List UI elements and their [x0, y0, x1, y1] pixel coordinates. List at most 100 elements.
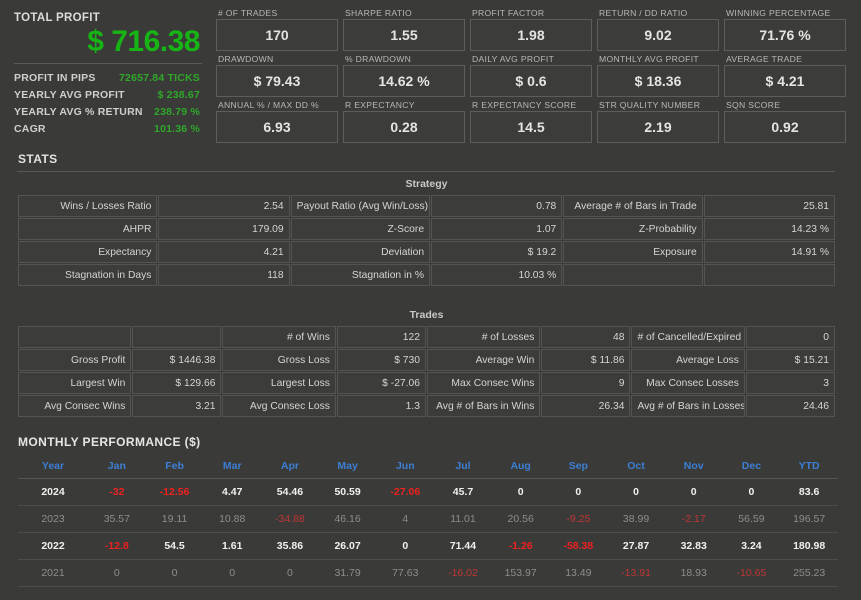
monthly-value-cell: 0 — [549, 478, 608, 506]
table-row: Avg Consec Wins 3.21 Avg Consec Loss 1.3 Avg… — [18, 395, 835, 417]
monthly-value-cell: 77.63 — [376, 559, 435, 587]
monthly-value-cell: -10.65 — [722, 559, 781, 587]
stat-label-cell: Avg Consec Wins — [18, 395, 132, 417]
monthly-value-cell: 46.16 — [318, 505, 377, 533]
monthly-value-cell: 35.57 — [88, 505, 146, 533]
stat-label-cell: Z-Probability — [563, 218, 703, 240]
monthly-value-cell: 18.93 — [664, 559, 723, 587]
kpi-card-label: # OF TRADES — [218, 8, 278, 18]
stat-value-cell: 1.07 — [431, 218, 563, 240]
kpi-card-label: DAILY AVG PROFIT — [472, 54, 555, 64]
monthly-value-cell: 71.44 — [434, 532, 492, 560]
stat-label-cell: Largest Win — [18, 372, 132, 394]
stat-label-cell: Average # of Bars in Trade — [563, 195, 703, 217]
stat-value-cell: $ -27.06 — [336, 372, 426, 394]
stat-value-cell: $ 11.86 — [541, 349, 631, 371]
monthly-value-cell: 0 — [722, 478, 781, 506]
kpi-card: % DRAWDOWN 14.62 % — [343, 53, 465, 97]
summary-row-label: CAGR — [14, 122, 46, 135]
stat-label-cell — [563, 264, 703, 286]
trades-table-title: Trades — [409, 309, 444, 321]
summary-row: YEARLY AVG % RETURN 238.79 % — [14, 103, 204, 120]
monthly-value-cell: 153.97 — [491, 559, 550, 587]
kpi-card-value: $ 4.21 — [724, 65, 846, 97]
stat-label-cell: # of Wins — [222, 326, 336, 348]
kpi-card: RETURN / DD RATIO 9.02 — [597, 7, 719, 51]
stat-label-cell: Avg # of Bars in Wins — [426, 395, 541, 417]
stat-value-cell: 25.81 — [703, 195, 835, 217]
stat-value-cell — [703, 264, 835, 286]
stat-value-cell: 0 — [745, 326, 835, 348]
monthly-value-cell: 56.59 — [722, 505, 781, 533]
kpi-card-value: 9.02 — [597, 19, 719, 51]
monthly-value-cell: -34.88 — [261, 505, 319, 533]
kpi-card: SQN SCORE 0.92 — [724, 99, 846, 143]
monthly-value-cell: 50.59 — [318, 478, 377, 506]
stat-label-cell: Max Consec Wins — [426, 372, 541, 394]
monthly-column-header: Aug — [491, 455, 550, 479]
monthly-value-cell: 27.87 — [607, 532, 665, 560]
monthly-value-cell: 54.5 — [145, 532, 204, 560]
table-row: AHPR 179.09 Z-Score 1.07 Z-Probability 14.23 … — [18, 218, 835, 240]
kpi-card-label: R EXPECTANCY SCORE — [472, 100, 577, 110]
summary-row-value: 101.36 % — [154, 122, 200, 135]
stat-value-cell: 14.91 % — [703, 241, 835, 263]
stat-value-cell: 0.78 — [431, 195, 563, 217]
stat-label-cell: Avg Consec Loss — [222, 395, 336, 417]
kpi-card-grid: # OF TRADES 170 SHARPE RATIO 1.55 PROFIT FAC… — [212, 4, 861, 143]
stat-label-cell: Stagnation in Days — [18, 264, 158, 286]
summary-row-label: YEARLY AVG % RETURN — [14, 105, 143, 118]
monthly-value-cell: -27.06 — [376, 478, 435, 506]
monthly-column-header: Jul — [434, 455, 492, 479]
kpi-card: AVERAGE TRADE $ 4.21 — [724, 53, 846, 97]
stat-value-cell: 26.34 — [541, 395, 631, 417]
trades-stats-table: # of Wins 122 # of Losses 48 # of Cancelled/… — [17, 325, 836, 418]
kpi-card-label: R EXPECTANCY — [345, 100, 415, 110]
stat-value-cell: 9 — [541, 372, 631, 394]
monthly-year-cell: 2023 — [18, 505, 88, 533]
monthly-value-cell: 0 — [145, 559, 204, 587]
kpi-card: ANNUAL % / MAX DD % 6.93 — [216, 99, 338, 143]
monthly-row: 2022 -12.8 54.5 1.61 35.86 26.07 0 71.44 -1.26 -5… — [18, 532, 838, 560]
monthly-value-cell: -9.25 — [549, 505, 608, 533]
kpi-card: R EXPECTANCY 0.28 — [343, 99, 465, 143]
monthly-year-cell: 2021 — [18, 559, 88, 587]
monthly-value-cell: 196.57 — [780, 505, 838, 533]
stat-value-cell: $ 730 — [336, 349, 426, 371]
kpi-card-label: STR QUALITY NUMBER — [599, 100, 701, 110]
monthly-value-cell: 3.24 — [722, 532, 781, 560]
monthly-value-cell: 0 — [664, 478, 723, 506]
monthly-value-cell: 54.46 — [261, 478, 319, 506]
monthly-row: 2023 35.57 19.11 10.88 -34.88 46.16 4 11.01 20.5… — [18, 505, 838, 533]
kpi-card: STR QUALITY NUMBER 2.19 — [597, 99, 719, 143]
monthly-performance-heading: MONTHLY PERFORMANCE ($) — [18, 435, 201, 449]
kpi-card: MONTHLY AVG PROFIT $ 18.36 — [597, 53, 719, 97]
stat-label-cell: Max Consec Losses — [631, 372, 745, 394]
stat-label-cell: Avg # of Bars in Losses — [631, 395, 745, 417]
stat-label-cell: Largest Loss — [222, 372, 336, 394]
monthly-value-cell: 38.99 — [607, 505, 665, 533]
monthly-value-cell: -2.17 — [664, 505, 723, 533]
monthly-column-header: YTD — [780, 455, 838, 479]
stat-label-cell: # of Cancelled/Expired — [631, 326, 745, 348]
stat-label-cell: Stagnation in % — [290, 264, 431, 286]
monthly-value-cell: 10.88 — [203, 505, 262, 533]
summary-rows: PROFIT IN PIPS 72657.84 TICKS YEARLY AVG P… — [14, 69, 204, 137]
summary-row-value: 238.79 % — [154, 105, 200, 118]
kpi-card-value: 2.19 — [597, 111, 719, 143]
monthly-value-cell: 35.86 — [261, 532, 319, 560]
kpi-card: # OF TRADES 170 — [216, 7, 338, 51]
table-row: # of Wins 122 # of Losses 48 # of Cancelled/… — [18, 326, 835, 348]
stat-label-cell: Average Win — [426, 349, 541, 371]
kpi-card-value: 0.92 — [724, 111, 846, 143]
monthly-value-cell: 31.79 — [318, 559, 377, 587]
monthly-performance-table: Year Jan Feb Mar Apr May Jun Jul Aug Sep Oct Nov Dec… — [18, 455, 838, 587]
kpi-card-label: RETURN / DD RATIO — [599, 8, 688, 18]
monthly-value-cell: -32 — [88, 478, 146, 506]
summary-row: PROFIT IN PIPS 72657.84 TICKS — [14, 69, 204, 86]
strategy-table-title: Strategy — [405, 178, 448, 190]
kpi-card-value: 1.55 — [343, 19, 465, 51]
stat-value-cell: $ 15.21 — [745, 349, 835, 371]
stat-label-cell: AHPR — [18, 218, 158, 240]
stat-value-cell: 122 — [336, 326, 426, 348]
